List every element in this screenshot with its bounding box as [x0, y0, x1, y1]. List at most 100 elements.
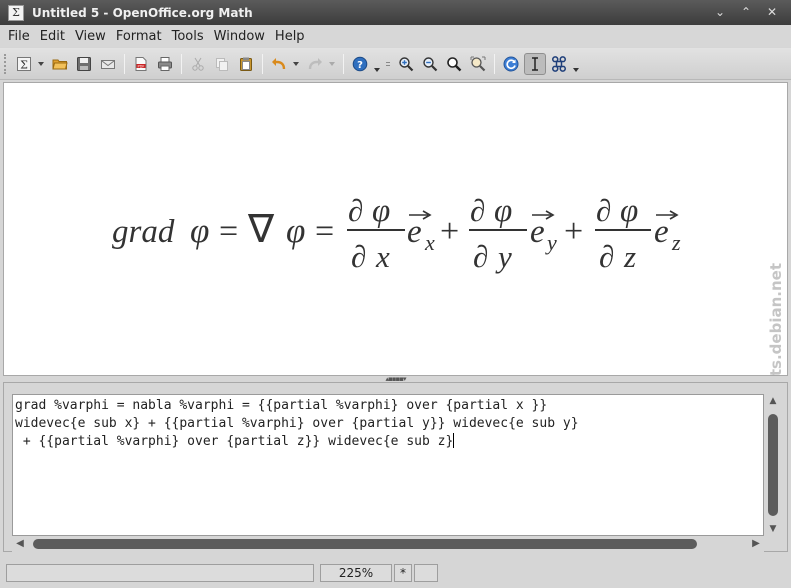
zoom-level[interactable]: 225%	[320, 564, 392, 582]
menu-help[interactable]: Help	[270, 29, 310, 44]
toolbar-grip[interactable]	[4, 53, 8, 74]
splitter-grip[interactable]: ▴▪▪▪▪▾	[379, 376, 413, 383]
menu-window[interactable]: Window	[209, 29, 270, 44]
formula-plus: +	[564, 213, 583, 250]
commands-window: grad %varphi = nabla %varphi = {{partial…	[3, 382, 788, 552]
formula-phi: φ	[190, 211, 209, 250]
paste-button[interactable]	[235, 53, 257, 75]
formula-e: e	[654, 214, 669, 250]
print-button[interactable]	[154, 53, 176, 75]
toolbar-overflow[interactable]	[372, 53, 382, 75]
menu-format[interactable]: Format	[111, 29, 167, 44]
formula-plus: +	[440, 213, 459, 250]
sigma-icon: Σ	[17, 56, 31, 71]
toolbar-separator	[494, 53, 495, 74]
symbols-button[interactable]	[548, 53, 570, 75]
formula-command-editor[interactable]: grad %varphi = nabla %varphi = {{partial…	[12, 394, 764, 536]
text-caret	[453, 433, 455, 448]
openoffice-math-window: Σ Untitled 5 - OpenOffice.org Math ⌄ ⌃ ✕…	[0, 0, 791, 588]
maximize-button[interactable]: ⌃	[733, 3, 759, 21]
email-icon	[101, 59, 115, 69]
toolbar-overflow[interactable]	[571, 53, 581, 75]
undo-dropdown[interactable]	[291, 53, 300, 75]
show-all-icon	[470, 56, 486, 71]
cut-button	[187, 53, 209, 75]
status-text	[6, 564, 314, 582]
help-button[interactable]: ?	[349, 53, 371, 75]
scroll-down-icon[interactable]: ▼	[765, 522, 781, 536]
new-dropdown[interactable]	[36, 53, 45, 75]
vertical-scrollbar[interactable]: ▲ ▼	[765, 394, 781, 536]
open-button[interactable]	[49, 53, 71, 75]
scroll-left-icon[interactable]: ◀	[12, 536, 28, 552]
toolbar-separator	[181, 53, 182, 74]
open-icon	[52, 59, 68, 69]
redo-icon	[308, 57, 322, 69]
formula-nabla: ∇	[247, 208, 275, 251]
fraction-bar	[347, 229, 405, 231]
paste-icon	[240, 57, 252, 71]
svg-text:Σ: Σ	[20, 58, 28, 71]
copy-icon	[216, 57, 228, 71]
fraction-bar	[595, 229, 651, 231]
zoom-in-icon	[399, 56, 414, 71]
zoom-in-button[interactable]	[395, 53, 417, 75]
close-button[interactable]: ✕	[759, 3, 785, 21]
scroll-thumb[interactable]	[33, 539, 697, 549]
svg-text:PDF: PDF	[137, 64, 144, 68]
export-pdf-icon: PDF	[135, 56, 147, 71]
formula-render: grad φ = ∇ φ = ∂ φ ∂ x e x + ∂ φ ∂ y e y…	[112, 193, 681, 274]
save-button[interactable]	[73, 53, 95, 75]
window-controls: ⌄ ⌃ ✕	[707, 3, 785, 21]
toolbar-separator	[262, 53, 263, 74]
save-icon	[77, 56, 91, 71]
menu-edit[interactable]: Edit	[35, 29, 70, 44]
undo-button[interactable]	[268, 53, 290, 75]
zoom-out-button[interactable]	[419, 53, 441, 75]
modified-indicator: *	[394, 564, 412, 582]
fraction-bar	[469, 229, 527, 231]
formula-phi: φ	[286, 211, 305, 250]
formula-z: z	[623, 239, 636, 274]
formula-z: z	[671, 230, 681, 255]
horizontal-scrollbar[interactable]: ◀ ▶	[12, 536, 764, 552]
zoom-100-icon	[447, 56, 462, 71]
title-bar[interactable]: Σ Untitled 5 - OpenOffice.org Math ⌄ ⌃ ✕	[0, 0, 791, 25]
zoom-100-button[interactable]	[443, 53, 465, 75]
editor-line: grad %varphi = nabla %varphi = {{partial…	[15, 398, 548, 413]
formula-preview[interactable]: grad φ = ∇ φ = ∂ φ ∂ x e x + ∂ φ ∂ y e y…	[3, 82, 788, 376]
formula-equals: =	[219, 213, 238, 250]
formula-cursor-icon	[532, 56, 538, 71]
digital-signature-status[interactable]	[414, 564, 438, 582]
formula-phi: φ	[372, 193, 390, 229]
formula-grad: grad	[112, 214, 175, 250]
export-pdf-button[interactable]: PDF	[130, 53, 152, 75]
menu-tools[interactable]: Tools	[167, 29, 209, 44]
minimize-button[interactable]: ⌄	[707, 3, 733, 21]
redo-dropdown	[327, 53, 336, 75]
email-button[interactable]	[97, 53, 119, 75]
menu-file[interactable]: File	[3, 29, 35, 44]
scroll-right-icon[interactable]: ▶	[748, 536, 764, 552]
formula-phi: φ	[494, 193, 512, 229]
scroll-up-icon[interactable]: ▲	[765, 394, 781, 408]
formula-partial: ∂	[351, 239, 366, 274]
scroll-thumb[interactable]	[768, 414, 778, 516]
show-all-button[interactable]	[467, 53, 489, 75]
editor-line: + {{partial %varphi} over {partial z}} w…	[15, 434, 454, 449]
menu-view[interactable]: View	[70, 29, 111, 44]
editor-text[interactable]: grad %varphi = nabla %varphi = {{partial…	[15, 397, 579, 451]
formula-partial: ∂	[473, 239, 488, 274]
formula-partial: ∂	[348, 193, 363, 228]
editor-line: widevec{e sub x} + {{partial %varphi} ov…	[15, 416, 579, 431]
formula-cursor-button[interactable]	[524, 52, 546, 75]
toolbar-separator	[343, 53, 344, 74]
standard-toolbar: Σ PDF ?	[0, 48, 791, 80]
toolbar-grip[interactable]	[385, 54, 391, 74]
update-icon	[503, 56, 519, 71]
new-formula-button[interactable]: Σ	[13, 53, 35, 75]
menu-bar: File Edit View Format Tools Window Help	[0, 25, 791, 47]
window-title: Untitled 5 - OpenOffice.org Math	[32, 5, 253, 20]
formula-e: e	[530, 214, 545, 250]
update-button[interactable]	[500, 53, 522, 75]
